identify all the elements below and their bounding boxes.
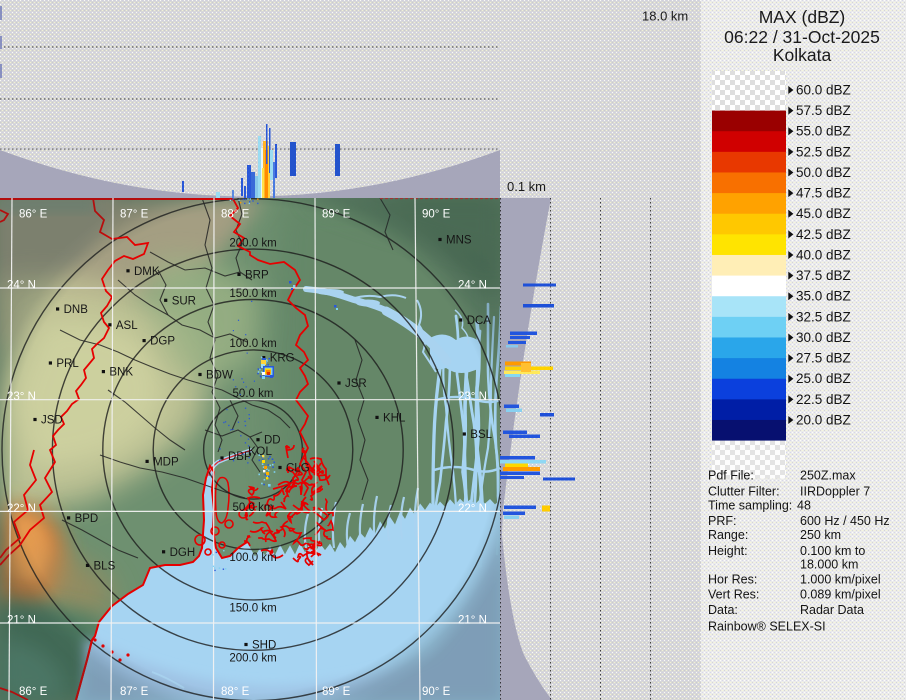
svg-text:JSD: JSD — [41, 415, 63, 427]
svg-text:DGH: DGH — [170, 547, 196, 559]
svg-text:55.0 dBZ: 55.0 dBZ — [796, 124, 851, 139]
svg-text:PRF:: PRF: — [708, 514, 736, 528]
svg-text:BLS: BLS — [94, 560, 116, 572]
svg-text:DBP: DBP — [228, 451, 252, 463]
svg-text:0.100 km to: 0.100 km to — [800, 544, 865, 558]
svg-text:87° E: 87° E — [120, 686, 149, 698]
svg-text:100.0 km: 100.0 km — [229, 552, 276, 564]
svg-text:86° E: 86° E — [19, 686, 48, 698]
svg-text:IIRDoppler 7: IIRDoppler 7 — [800, 484, 870, 498]
svg-text:200.0 km: 200.0 km — [229, 653, 276, 665]
svg-text:90° E: 90° E — [422, 209, 451, 221]
svg-text:150.0 km: 150.0 km — [229, 603, 276, 615]
svg-text:BRP: BRP — [245, 269, 269, 281]
svg-text:86° E: 86° E — [19, 209, 48, 221]
svg-text:30.0 dBZ: 30.0 dBZ — [796, 330, 851, 345]
svg-text:22.5 dBZ: 22.5 dBZ — [796, 392, 851, 407]
svg-text:23° N: 23° N — [458, 391, 487, 403]
svg-text:21° N: 21° N — [7, 615, 36, 627]
svg-text:DCA: DCA — [467, 315, 492, 327]
svg-text:250Z.max: 250Z.max — [800, 469, 856, 483]
svg-text:50.0 dBZ: 50.0 dBZ — [796, 165, 851, 180]
svg-text:Kolkata: Kolkata — [773, 45, 832, 65]
svg-text:21° N: 21° N — [458, 615, 487, 627]
svg-text:90° E: 90° E — [422, 686, 451, 698]
svg-text:200.0 km: 200.0 km — [229, 238, 276, 250]
svg-text:ASL: ASL — [116, 320, 138, 332]
svg-text:600 Hz / 450 Hz: 600 Hz / 450 Hz — [800, 514, 890, 528]
svg-text:23° N: 23° N — [7, 391, 36, 403]
svg-text:18.0 km: 18.0 km — [642, 9, 688, 24]
svg-text:PRL: PRL — [56, 358, 79, 370]
svg-text:MNS: MNS — [446, 235, 472, 247]
svg-text:06:22 / 31-Oct-2025: 06:22 / 31-Oct-2025 — [724, 27, 880, 47]
svg-text:BNK: BNK — [109, 367, 133, 379]
svg-text:47.5 dBZ: 47.5 dBZ — [796, 186, 851, 201]
svg-text:MAX (dBZ): MAX (dBZ) — [759, 7, 846, 27]
svg-text:KRG: KRG — [270, 353, 295, 365]
svg-text:BDW: BDW — [206, 370, 233, 382]
svg-text:27.5 dBZ: 27.5 dBZ — [796, 351, 851, 366]
svg-text:50.0 km: 50.0 km — [233, 388, 274, 400]
svg-text:Range:: Range: — [708, 528, 748, 542]
svg-text:150.0 km: 150.0 km — [229, 288, 276, 300]
svg-text:Data:: Data: — [708, 603, 738, 617]
svg-text:KHL: KHL — [383, 412, 406, 424]
svg-text:BPD: BPD — [75, 513, 99, 525]
svg-text:18.000 km: 18.000 km — [800, 557, 858, 571]
svg-text:87° E: 87° E — [120, 209, 149, 221]
svg-text:52.5 dBZ: 52.5 dBZ — [796, 144, 851, 159]
svg-text:DMK: DMK — [134, 266, 160, 278]
svg-text:22° N: 22° N — [458, 503, 487, 515]
svg-text:Hor Res:: Hor Res: — [708, 573, 757, 587]
svg-text:Pdf File:: Pdf File: — [708, 469, 754, 483]
svg-text:88° E: 88° E — [221, 686, 250, 698]
svg-text:SHD: SHD — [252, 640, 276, 652]
svg-text:0.089 km/pixel: 0.089 km/pixel — [800, 588, 881, 602]
svg-text:SUR: SUR — [172, 295, 196, 307]
svg-text:88° E: 88° E — [221, 209, 250, 221]
svg-text:45.0 dBZ: 45.0 dBZ — [796, 206, 851, 221]
svg-text:35.0 dBZ: 35.0 dBZ — [796, 289, 851, 304]
svg-text:CLG: CLG — [286, 463, 310, 475]
svg-text:25.0 dBZ: 25.0 dBZ — [796, 371, 851, 386]
svg-text:250 km: 250 km — [800, 528, 841, 542]
svg-text:32.5 dBZ: 32.5 dBZ — [796, 309, 851, 324]
svg-text:100.0 km: 100.0 km — [229, 338, 276, 350]
svg-text:Radar Data: Radar Data — [800, 603, 864, 617]
svg-text:Clutter Filter:: Clutter Filter: — [708, 484, 780, 498]
svg-text:20.0 dBZ: 20.0 dBZ — [796, 412, 851, 427]
svg-text:DNB: DNB — [64, 304, 89, 316]
svg-text:0.1 km: 0.1 km — [507, 179, 546, 194]
svg-text:BSL: BSL — [470, 429, 492, 441]
svg-text:1.000 km/pixel: 1.000 km/pixel — [800, 573, 881, 587]
svg-text:24° N: 24° N — [458, 280, 487, 292]
svg-text:Rainbow® SELEX-SI: Rainbow® SELEX-SI — [708, 620, 826, 634]
svg-text:60.0 dBZ: 60.0 dBZ — [796, 82, 851, 97]
svg-text:24° N: 24° N — [7, 280, 36, 292]
svg-text:37.5 dBZ: 37.5 dBZ — [796, 268, 851, 283]
svg-text:89° E: 89° E — [322, 209, 351, 221]
svg-text:50.0 km: 50.0 km — [233, 502, 274, 514]
svg-text:57.5 dBZ: 57.5 dBZ — [796, 103, 851, 118]
svg-text:22° N: 22° N — [7, 503, 36, 515]
svg-text:42.5 dBZ: 42.5 dBZ — [796, 227, 851, 242]
svg-text:48: 48 — [797, 499, 811, 513]
svg-text:40.0 dBZ: 40.0 dBZ — [796, 247, 851, 262]
svg-text:89° E: 89° E — [322, 686, 351, 698]
svg-text:DGP: DGP — [150, 336, 175, 348]
svg-text:MDP: MDP — [153, 456, 179, 468]
svg-text:Height:: Height: — [708, 544, 748, 558]
svg-text:Time sampling:: Time sampling: — [708, 499, 792, 513]
svg-text:JSR: JSR — [345, 378, 367, 390]
svg-text:Vert Res:: Vert Res: — [708, 588, 759, 602]
